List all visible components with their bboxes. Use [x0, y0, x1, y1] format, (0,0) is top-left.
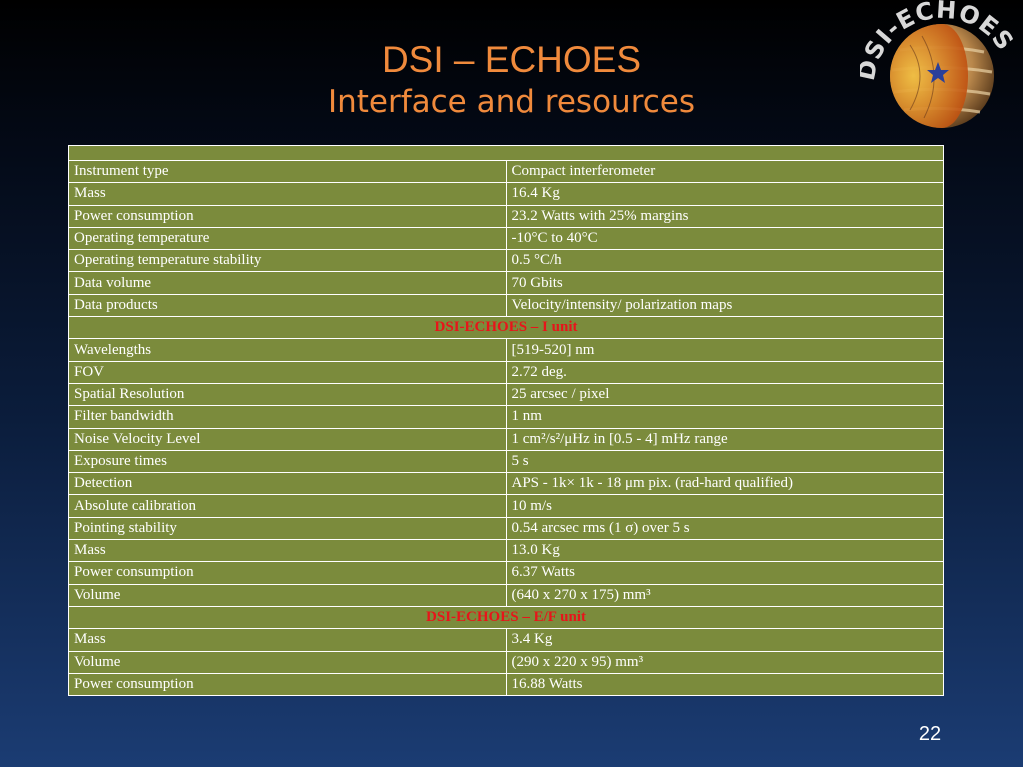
row-value: 0.5 °C/h [505, 249, 944, 273]
row-value: 1 cm²/s²/μHz in [0.5 - 4] mHz range [505, 427, 944, 451]
table-row: Power consumption 6.37 Watts [68, 561, 944, 585]
table-row: Data products Velocity/intensity/ polariz… [68, 293, 944, 318]
row-label: Mass [68, 539, 507, 563]
dsi-echoes-logo: DSI-ECHOES [852, 0, 1023, 142]
table-row: Instrument type Compact interferometer [68, 159, 944, 184]
row-value: 16.4 Kg [505, 182, 944, 206]
row-label: Mass [68, 628, 507, 652]
table-header-row [68, 145, 944, 161]
resources-table: Instrument type Compact interferometer Ma… [68, 145, 944, 697]
table-row: Mass 3.4 Kg [68, 628, 944, 652]
row-label: Power consumption [68, 561, 507, 585]
section-header-ef-unit: DSI-ECHOES – E/F unit [68, 605, 944, 630]
table-row: Power consumption 16.88 Watts [68, 672, 944, 697]
table-row: Absolute calibration 10 m/s [68, 494, 944, 518]
table-row: Operating temperature stability 0.5 °C/h [68, 249, 944, 273]
section-header-i-unit: DSI-ECHOES – I unit [68, 316, 944, 340]
row-label: Operating temperature [68, 226, 507, 251]
row-label: FOV [68, 360, 507, 384]
row-value: (640 x 270 x 175) mm³ [505, 583, 944, 607]
row-value: -10°C to 40°C [505, 226, 944, 251]
row-label: Volume [68, 583, 507, 607]
row-value: (290 x 220 x 95) mm³ [505, 650, 944, 674]
row-label: Instrument type [68, 159, 507, 184]
row-value: 6.37 Watts [505, 561, 944, 585]
page-number: 22 [918, 723, 942, 745]
table-row: Exposure times 5 s [68, 449, 944, 474]
section-title-ef-unit: DSI-ECHOES – E/F unit [68, 605, 944, 630]
row-value: 23.2 Watts with 25% margins [505, 204, 944, 228]
table-row: FOV 2.72 deg. [68, 360, 944, 384]
table-header-cell [68, 145, 944, 161]
table-row: Operating temperature -10°C to 40°C [68, 226, 944, 251]
table-row: Detection APS - 1k× 1k - 18 μm pix. (rad… [68, 472, 944, 496]
table-row: Volume (290 x 220 x 95) mm³ [68, 650, 944, 674]
table-row: Mass 13.0 Kg [68, 539, 944, 563]
row-label: Mass [68, 182, 507, 206]
row-label: Data products [68, 293, 507, 318]
row-label: Absolute calibration [68, 494, 507, 518]
table-row: Spatial Resolution 25 arcsec / pixel [68, 382, 944, 407]
row-value: 70 Gbits [505, 271, 944, 295]
row-value: 0.54 arcsec rms (1 σ) over 5 s [505, 516, 944, 541]
table-row: Wavelengths [519-520] nm [68, 338, 944, 362]
table-row: Volume (640 x 270 x 175) mm³ [68, 583, 944, 607]
row-value: [519-520] nm [505, 338, 944, 362]
row-label: Operating temperature stability [68, 249, 507, 273]
row-label: Data volume [68, 271, 507, 295]
row-label: Power consumption [68, 204, 507, 228]
row-value: 16.88 Watts [505, 672, 944, 697]
row-label: Power consumption [68, 672, 507, 697]
row-value: 25 arcsec / pixel [505, 382, 944, 407]
table-row: Filter bandwidth 1 nm [68, 405, 944, 429]
row-label: Noise Velocity Level [68, 427, 507, 451]
section-title-i-unit: DSI-ECHOES – I unit [68, 316, 944, 340]
row-value: 5 s [505, 449, 944, 474]
table-row: Power consumption 23.2 Watts with 25% mar… [68, 204, 944, 228]
jupiter-logo-icon: DSI-ECHOES [852, 0, 1018, 128]
table-row: Data volume 70 Gbits [68, 271, 944, 295]
row-value: 3.4 Kg [505, 628, 944, 652]
row-value: 10 m/s [505, 494, 944, 518]
row-label: Wavelengths [68, 338, 507, 362]
row-value: APS - 1k× 1k - 18 μm pix. (rad-hard qual… [505, 472, 944, 496]
table-row: Pointing stability 0.54 arcsec rms (1 σ)… [68, 516, 944, 541]
row-value: 1 nm [505, 405, 944, 429]
row-value: 2.72 deg. [505, 360, 944, 384]
row-label: Pointing stability [68, 516, 507, 541]
row-value: Compact interferometer [505, 159, 944, 184]
row-label: Volume [68, 650, 507, 674]
row-label: Spatial Resolution [68, 382, 507, 407]
row-value: Velocity/intensity/ polarization maps [505, 293, 944, 318]
table-row: Mass 16.4 Kg [68, 182, 944, 206]
row-label: Detection [68, 472, 507, 496]
table-row: Noise Velocity Level 1 cm²/s²/μHz in [0.… [68, 427, 944, 451]
row-value: 13.0 Kg [505, 539, 944, 563]
row-label: Filter bandwidth [68, 405, 507, 429]
row-label: Exposure times [68, 449, 507, 474]
